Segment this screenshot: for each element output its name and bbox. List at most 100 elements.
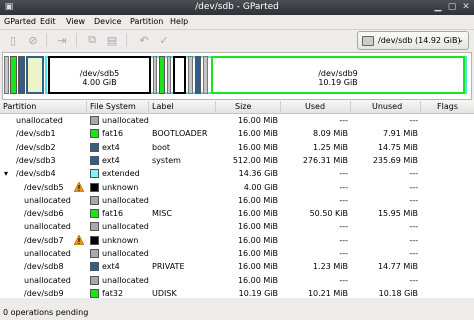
menu-help[interactable]: Help (170, 17, 188, 26)
table-row[interactable]: /dev/sdb2 ext4 boot 16.00 MiB 1.25 MiB 14.75 … (0, 141, 474, 154)
menu-edit[interactable]: Edit (40, 17, 56, 26)
filesystem: ext4 (102, 155, 120, 165)
fs-color-swatch (90, 288, 99, 298)
col-used[interactable]: Used (305, 102, 325, 111)
map-sdb5[interactable]: /dev/sdb5 4.00 GiB (48, 56, 151, 94)
table-row[interactable]: unallocated unallocated 16.00 MiB --- --- (0, 194, 474, 207)
column-divider[interactable] (148, 101, 149, 112)
menu-view[interactable]: View (66, 17, 85, 26)
table-header: Partition File System Label Size Used Un… (0, 100, 474, 114)
delete-icon[interactable]: ⊘ (25, 32, 41, 48)
column-divider[interactable] (350, 101, 351, 112)
partition-name: unallocated (24, 275, 71, 285)
window-title: /dev/sdb - GParted (195, 2, 279, 12)
table-row[interactable]: unallocated unallocated 16.00 MiB --- --- (0, 114, 474, 127)
filesystem: unallocated (102, 222, 149, 232)
fs-color-swatch (90, 169, 99, 179)
apply-icon[interactable]: ✓ (156, 32, 172, 48)
table-row[interactable]: /dev/sdb1 fat16 BOOTLOADER 16.00 MiB 8.09 Mi… (0, 127, 474, 140)
column-divider[interactable] (420, 101, 421, 112)
map-sdb6[interactable] (159, 56, 165, 94)
map-sdb2[interactable] (18, 56, 25, 94)
unused: 235.69 MiB (372, 155, 418, 165)
table-row[interactable]: unallocated unallocated 16.00 MiB --- --- (0, 274, 474, 287)
used: --- (339, 195, 348, 205)
partition-name: /dev/sdb9 (24, 288, 64, 298)
col-unused[interactable]: Unused (372, 102, 402, 111)
filesystem: extended (102, 169, 140, 179)
used: --- (339, 182, 348, 192)
fs-color-swatch (90, 222, 99, 232)
map-sdb1[interactable] (10, 56, 17, 94)
expander-arrow-icon[interactable]: ▾ (4, 169, 8, 178)
col-filesystem[interactable]: File System (90, 102, 136, 111)
label: UDISK (152, 288, 177, 298)
unused: --- (409, 169, 418, 179)
map-unallocated[interactable] (4, 56, 9, 94)
partition-name: /dev/sdb7 (24, 235, 64, 245)
menu-partition[interactable]: Partition (130, 17, 163, 26)
filesystem: fat16 (102, 209, 124, 219)
disk-map: /dev/sdb5 4.00 GiB /dev/sdb9 10.19 GiB (2, 52, 472, 100)
fs-color-swatch (90, 182, 99, 192)
col-label[interactable]: Label (152, 102, 174, 111)
unused: --- (409, 249, 418, 258)
table-row[interactable]: /dev/sdb3 ext4 system 512.00 MiB 276.31 MiB 2… (0, 154, 474, 167)
map-sdb9[interactable]: /dev/sdb9 10.19 GiB (211, 56, 465, 94)
filesystem: unknown (102, 235, 139, 245)
used: --- (339, 222, 348, 232)
close-icon[interactable]: ✕ (460, 1, 472, 13)
table-row[interactable]: unallocated unallocated 16.00 MiB --- --- (0, 220, 474, 233)
partition-table: Partition File System Label Size Used Un… (0, 100, 474, 298)
used: 10.21 MiB (307, 288, 348, 298)
menu-device[interactable]: Device (94, 17, 121, 26)
map-unallocated[interactable] (167, 56, 171, 94)
undo-icon[interactable]: ↶ (136, 32, 152, 48)
filesystem: unallocated (102, 195, 149, 205)
minimize-icon[interactable]: ▁ (432, 1, 444, 13)
used: 1.25 MiB (313, 142, 348, 152)
table-row[interactable]: /dev/sdb8 ext4 PRIVATE 16.00 MiB 1.23 MiB 14.… (0, 260, 474, 273)
paste-icon[interactable]: ▤ (104, 32, 120, 48)
map-sdb7[interactable] (173, 56, 186, 94)
device-selector[interactable]: /dev/sdb (14.92 GiB) ⌄ (357, 31, 469, 50)
size: 16.00 MiB (237, 209, 278, 219)
partition-name: unallocated (24, 222, 71, 232)
title-bar[interactable]: ▣ /dev/sdb - GParted ▁ ▢ ✕ (0, 0, 474, 15)
map-sdb8[interactable] (195, 56, 201, 94)
label: MISC (152, 209, 172, 219)
copy-icon[interactable]: ⧉ (84, 32, 100, 48)
map-unallocated[interactable] (203, 56, 208, 94)
column-divider[interactable] (280, 101, 281, 112)
map-sdb3[interactable] (26, 56, 44, 94)
unused: --- (409, 195, 418, 205)
partition-name: /dev/sdb3 (16, 155, 56, 165)
new-icon[interactable]: ▯ (5, 32, 21, 48)
map-unallocated[interactable] (188, 56, 193, 94)
label: PRIVATE (152, 262, 185, 272)
map-unallocated[interactable] (153, 56, 157, 94)
table-row[interactable]: ▾ /dev/sdb4 extended 14.36 GiB --- --- (0, 167, 474, 180)
table-row[interactable]: /dev/sdb6 fat16 MISC 16.00 MiB 50.50 KiB 15.9… (0, 207, 474, 220)
menu-gparted[interactable]: GParted (4, 17, 36, 26)
filesystem: unallocated (102, 249, 149, 258)
toolbar-separator (46, 33, 47, 47)
warning-icon (74, 181, 84, 192)
table-row[interactable]: /dev/sdb5 unknown 4.00 GiB --- --- (0, 181, 474, 194)
unused: --- (409, 235, 418, 245)
size: 16.00 MiB (237, 275, 278, 285)
table-row[interactable]: /dev/sdb7 unknown 16.00 MiB --- --- (0, 234, 474, 247)
fs-color-swatch (90, 195, 99, 205)
unused: 14.75 MiB (377, 142, 418, 152)
column-divider[interactable] (215, 101, 216, 112)
maximize-icon[interactable]: ▢ (446, 1, 458, 13)
resize-icon[interactable]: ⇥ (54, 32, 70, 48)
menu-bar: GParted Edit View Device Partition Help (0, 15, 474, 30)
table-row[interactable]: unallocated unallocated 16.00 MiB --- --- (0, 247, 474, 260)
filesystem: fat32 (102, 288, 124, 298)
unused: --- (409, 116, 418, 125)
col-size[interactable]: Size (235, 102, 251, 111)
column-divider[interactable] (86, 101, 87, 112)
col-partition[interactable]: Partition (3, 102, 36, 111)
col-flags[interactable]: Flags (437, 102, 458, 111)
